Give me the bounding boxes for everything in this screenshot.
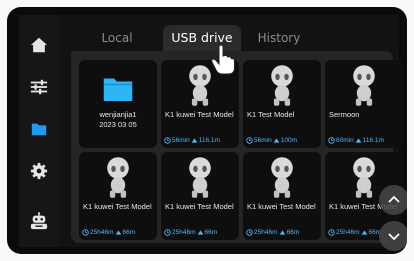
file-grid-panel: wenjianjia1 2023 03 05 K1 kuwei Test Mod… (71, 51, 403, 243)
filament-icon (115, 230, 121, 235)
file-name: wenjianjia1 (99, 110, 137, 119)
clock-icon (328, 229, 335, 236)
print-time: 56min (254, 137, 272, 144)
thumb (79, 62, 157, 110)
filament-size: 116.1m (198, 137, 220, 144)
print-time: 25h46m (336, 229, 360, 236)
sidebar (19, 15, 59, 247)
filament-size: 66m (122, 229, 136, 236)
clock-icon (164, 137, 171, 144)
clock-icon (328, 137, 335, 144)
model-thumbnail-icon (271, 65, 293, 106)
file-card[interactable]: K1 kuwei Test Model 25h46m 66m (161, 152, 239, 240)
robot-icon (30, 212, 48, 230)
thumb (325, 62, 403, 110)
file-name: Sermoon (329, 110, 360, 119)
clock-icon (246, 137, 253, 144)
nav-settings-sliders[interactable] (25, 73, 53, 101)
tab-local[interactable]: Local (87, 25, 147, 51)
file-card[interactable]: K1 Test Model 56min 100m (243, 60, 321, 148)
model-thumbnail-icon (107, 157, 129, 198)
chevron-up-icon (388, 195, 400, 203)
thumb (243, 62, 321, 110)
tab-history[interactable]: History (247, 25, 311, 51)
filament-size: 116.1m (362, 137, 384, 144)
filament-icon (361, 230, 367, 235)
print-time: 25h46m (254, 229, 278, 236)
model-thumbnail-icon (189, 157, 211, 198)
nav-robot[interactable] (25, 207, 53, 235)
file-meta: 60min 116.1m (328, 137, 384, 144)
clock-icon (164, 229, 171, 236)
print-time: 25h46m (90, 229, 114, 236)
thumb (79, 154, 157, 202)
print-time: 56min (172, 137, 190, 144)
nav-files[interactable] (25, 115, 53, 143)
model-thumbnail-icon (271, 157, 293, 198)
file-name: K1 kuwei Test Model (83, 202, 152, 211)
filament-icon (355, 138, 362, 143)
folder-icon (31, 123, 47, 136)
file-card[interactable]: K1 kuwei Test Model 25h46m 66m (243, 152, 321, 240)
file-meta: 25h46m 66m (82, 229, 135, 236)
file-meta: 56min 116.1m (164, 137, 220, 144)
filament-icon (191, 138, 198, 143)
clock-icon (246, 229, 253, 236)
filament-size: 66m (286, 229, 300, 236)
file-meta: 25h46m 66m (164, 229, 217, 236)
file-name: K1 Test Model (247, 110, 295, 119)
print-time: 60min (336, 137, 354, 144)
clock-icon (82, 229, 89, 236)
file-card[interactable]: Sermoon 60min 116.1m (325, 60, 403, 148)
screen: Local USB drive History wenjianjia1 2023… (19, 15, 407, 251)
filament-icon (197, 230, 203, 235)
hand-pointer-icon (211, 44, 235, 75)
chevron-down-icon (388, 233, 400, 241)
print-time: 25h46m (172, 229, 196, 236)
filament-icon (279, 230, 285, 235)
nav-home[interactable] (25, 31, 53, 59)
scroll-up-button[interactable] (379, 185, 407, 215)
device-frame: Local USB drive History wenjianjia1 2023… (7, 7, 407, 254)
file-meta: 25h46m 66m (246, 229, 299, 236)
filament-icon (273, 138, 280, 143)
filament-size: 100m (280, 137, 297, 144)
file-name: K1 kuwei Test Model (247, 202, 316, 211)
model-thumbnail-icon (353, 157, 375, 198)
nav-settings[interactable] (25, 157, 53, 185)
model-thumbnail-icon (353, 65, 375, 106)
filament-size: 66m (204, 229, 218, 236)
file-card[interactable]: K1 kuwei Test Model 25h46m 66m (79, 152, 157, 240)
home-icon (30, 37, 48, 53)
file-card-folder[interactable]: wenjianjia1 2023 03 05 (79, 60, 157, 148)
file-name: K1 kuwei Test Model (165, 110, 234, 119)
scroll-down-button[interactable] (379, 221, 407, 251)
file-date: 2023 03 05 (99, 120, 137, 129)
folder-icon (103, 78, 133, 101)
gear-icon (30, 162, 48, 180)
file-meta: 25h46m 66m (328, 229, 381, 236)
file-meta: 56min 100m (246, 137, 297, 144)
sliders-icon (30, 79, 48, 95)
file-name: K1 kuwei Test Model (165, 202, 234, 211)
thumb (161, 154, 239, 202)
thumb (243, 154, 321, 202)
